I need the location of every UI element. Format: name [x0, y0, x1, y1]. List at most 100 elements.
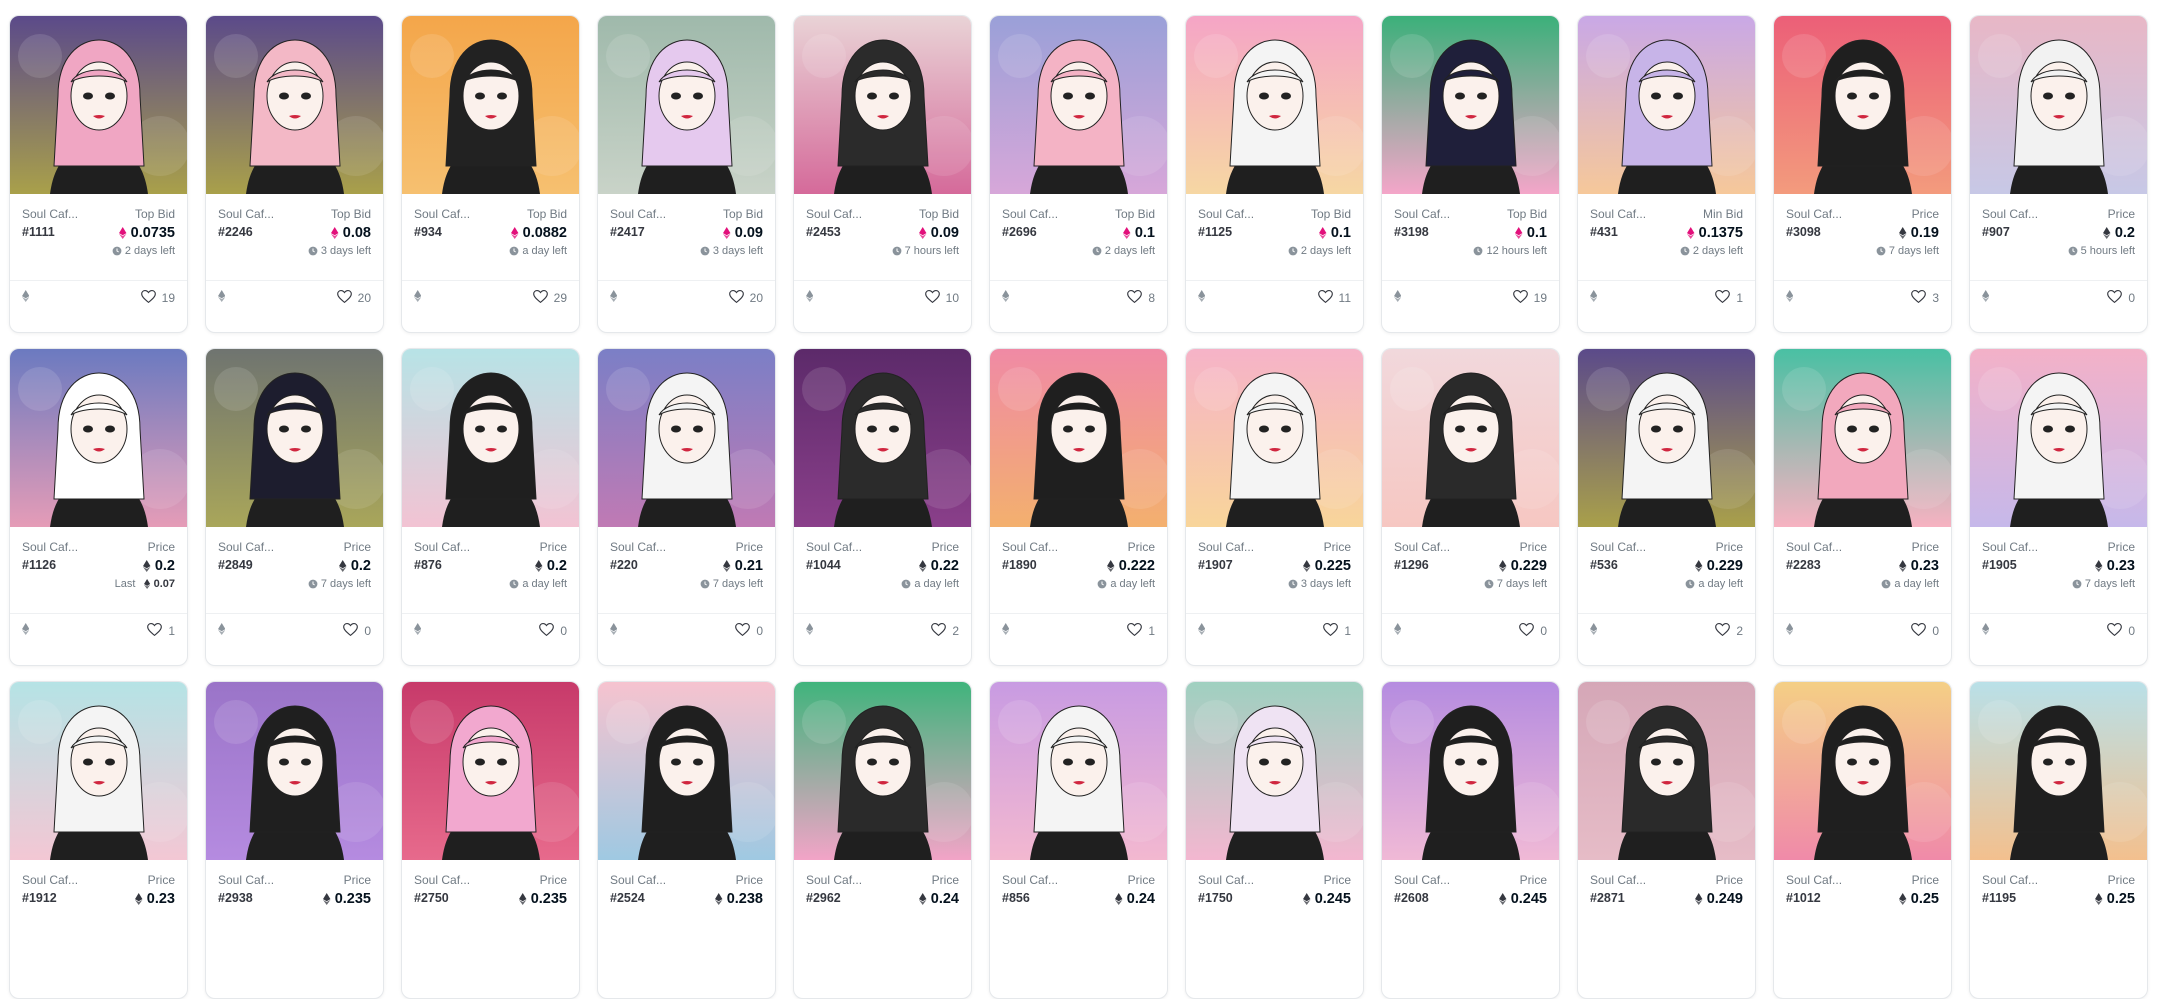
nft-artwork-image[interactable] [1578, 349, 1755, 527]
favorite-button[interactable]: 19 [140, 289, 175, 306]
collection-name[interactable]: Soul Caf... [1590, 873, 1646, 887]
favorite-button[interactable]: 1 [1127, 622, 1155, 639]
nft-card[interactable]: Soul Caf... #2696 Top Bid 0.1 2 days left 8 [989, 15, 1168, 333]
nft-card[interactable]: Soul Caf... #1044 Price 0.22 a day left 2 [793, 348, 972, 666]
nft-artwork-image[interactable] [1186, 682, 1363, 860]
nft-card[interactable]: Soul Caf... #1111 Top Bid 0.0735 2 days left… [9, 15, 188, 333]
nft-card[interactable]: Soul Caf... #2871 Price 0.249 [1577, 681, 1756, 999]
heart-icon[interactable] [539, 622, 555, 639]
collection-name[interactable]: Soul Caf... [1002, 207, 1058, 221]
favorite-button[interactable]: 11 [1317, 289, 1351, 306]
collection-name[interactable]: Soul Caf... [1982, 873, 2038, 887]
nft-artwork-image[interactable] [1186, 16, 1363, 194]
collection-name[interactable]: Soul Caf... [806, 873, 862, 887]
collection-name[interactable]: Soul Caf... [1394, 540, 1450, 554]
favorite-button[interactable]: 0 [1519, 622, 1547, 639]
collection-name[interactable]: Soul Caf... [22, 207, 78, 221]
collection-name[interactable]: Soul Caf... [610, 540, 666, 554]
collection-name[interactable]: Soul Caf... [1198, 873, 1254, 887]
nft-card[interactable]: Soul Caf... #2524 Price 0.238 [597, 681, 776, 999]
heart-icon[interactable] [336, 289, 352, 306]
heart-icon[interactable] [2107, 289, 2123, 306]
nft-artwork-image[interactable] [1382, 349, 1559, 527]
nft-card[interactable]: Soul Caf... #1750 Price 0.245 [1185, 681, 1364, 999]
nft-artwork-image[interactable] [1186, 349, 1363, 527]
heart-icon[interactable] [1715, 622, 1731, 639]
nft-card[interactable]: Soul Caf... #2962 Price 0.24 [793, 681, 972, 999]
nft-artwork-image[interactable] [794, 349, 971, 527]
nft-card[interactable]: Soul Caf... #856 Price 0.24 [989, 681, 1168, 999]
heart-icon[interactable] [924, 289, 940, 306]
collection-name[interactable]: Soul Caf... [218, 207, 274, 221]
nft-artwork-image[interactable] [794, 682, 971, 860]
nft-card[interactable]: Soul Caf... #1195 Price 0.25 [1969, 681, 2148, 999]
collection-name[interactable]: Soul Caf... [414, 873, 470, 887]
heart-icon[interactable] [147, 622, 163, 639]
favorite-button[interactable]: 1 [147, 622, 175, 639]
nft-artwork-image[interactable] [1774, 16, 1951, 194]
nft-artwork-image[interactable] [1382, 682, 1559, 860]
nft-artwork-image[interactable] [1774, 349, 1951, 527]
heart-icon[interactable] [1911, 622, 1927, 639]
nft-artwork-image[interactable] [598, 349, 775, 527]
collection-name[interactable]: Soul Caf... [1982, 207, 2038, 221]
nft-artwork-image[interactable] [1970, 16, 2147, 194]
nft-card[interactable]: Soul Caf... #1907 Price 0.225 3 days left 1 [1185, 348, 1364, 666]
favorite-button[interactable]: 0 [2107, 289, 2135, 306]
favorite-button[interactable]: 0 [1911, 622, 1939, 639]
favorite-button[interactable]: 20 [728, 289, 763, 306]
heart-icon[interactable] [1512, 289, 1528, 306]
collection-name[interactable]: Soul Caf... [22, 540, 78, 554]
nft-artwork-image[interactable] [1970, 349, 2147, 527]
favorite-button[interactable]: 0 [735, 622, 763, 639]
collection-name[interactable]: Soul Caf... [1002, 540, 1058, 554]
heart-icon[interactable] [1323, 622, 1339, 639]
favorite-button[interactable]: 2 [931, 622, 959, 639]
nft-card[interactable]: Soul Caf... #1890 Price 0.222 a day left 1 [989, 348, 1168, 666]
nft-artwork-image[interactable] [402, 16, 579, 194]
collection-name[interactable]: Soul Caf... [1982, 540, 2038, 554]
collection-name[interactable]: Soul Caf... [1786, 207, 1842, 221]
nft-card[interactable]: Soul Caf... #2453 Top Bid 0.09 7 hours left 1… [793, 15, 972, 333]
nft-card[interactable]: Soul Caf... #2417 Top Bid 0.09 3 days left 20 [597, 15, 776, 333]
heart-icon[interactable] [1317, 289, 1333, 306]
favorite-button[interactable]: 2 [1715, 622, 1743, 639]
favorite-button[interactable]: 1 [1715, 289, 1743, 306]
collection-name[interactable]: Soul Caf... [1002, 873, 1058, 887]
heart-icon[interactable] [1127, 622, 1143, 639]
favorite-button[interactable]: 20 [336, 289, 371, 306]
heart-icon[interactable] [735, 622, 751, 639]
nft-artwork-image[interactable] [10, 16, 187, 194]
nft-card[interactable]: Soul Caf... #1125 Top Bid 0.1 2 days left 11 [1185, 15, 1364, 333]
collection-name[interactable]: Soul Caf... [1590, 207, 1646, 221]
nft-card[interactable]: Soul Caf... #2246 Top Bid 0.08 3 days left 20 [205, 15, 384, 333]
nft-card[interactable]: Soul Caf... #907 Price 0.2 5 hours left 0 [1969, 15, 2148, 333]
collection-name[interactable]: Soul Caf... [414, 207, 470, 221]
nft-card[interactable]: Soul Caf... #2750 Price 0.235 [401, 681, 580, 999]
heart-icon[interactable] [1715, 289, 1731, 306]
collection-name[interactable]: Soul Caf... [414, 540, 470, 554]
nft-artwork-image[interactable] [990, 16, 1167, 194]
nft-artwork-image[interactable] [990, 682, 1167, 860]
nft-card[interactable]: Soul Caf... #431 Min Bid 0.1375 2 days left 1 [1577, 15, 1756, 333]
nft-card[interactable]: Soul Caf... #2608 Price 0.245 [1381, 681, 1560, 999]
nft-card[interactable]: Soul Caf... #220 Price 0.21 7 days left 0 [597, 348, 776, 666]
nft-card[interactable]: Soul Caf... #1012 Price 0.25 [1773, 681, 1952, 999]
nft-card[interactable]: Soul Caf... #536 Price 0.229 a day left 2 [1577, 348, 1756, 666]
favorite-button[interactable]: 19 [1512, 289, 1547, 306]
favorite-button[interactable]: 0 [539, 622, 567, 639]
nft-artwork-image[interactable] [1578, 16, 1755, 194]
heart-icon[interactable] [1519, 622, 1535, 639]
nft-artwork-image[interactable] [1578, 682, 1755, 860]
collection-name[interactable]: Soul Caf... [806, 540, 862, 554]
collection-name[interactable]: Soul Caf... [1394, 207, 1450, 221]
nft-card[interactable]: Soul Caf... #3098 Price 0.19 7 days left 3 [1773, 15, 1952, 333]
favorite-button[interactable]: 3 [1911, 289, 1939, 306]
nft-artwork-image[interactable] [402, 349, 579, 527]
nft-artwork-image[interactable] [598, 682, 775, 860]
nft-artwork-image[interactable] [1970, 682, 2147, 860]
nft-card[interactable]: Soul Caf... #2849 Price 0.2 7 days left 0 [205, 348, 384, 666]
collection-name[interactable]: Soul Caf... [1394, 873, 1450, 887]
nft-artwork-image[interactable] [598, 16, 775, 194]
nft-card[interactable]: Soul Caf... #1912 Price 0.23 [9, 681, 188, 999]
